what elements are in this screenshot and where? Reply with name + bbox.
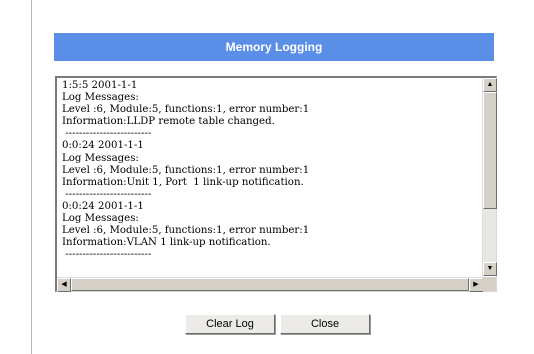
vertical-scrollbar[interactable]: ▲ ▼ bbox=[482, 78, 497, 276]
horizontal-scrollbar[interactable]: ◀ ▶ bbox=[57, 277, 483, 292]
log-line: Level :6, Module:5, functions:1, error n… bbox=[62, 225, 310, 237]
log-line: Information:LLDP remote table changed. bbox=[62, 116, 275, 128]
log-textarea[interactable]: 1:5:5 2001-1-1 Log Messages: Level :6, Mod… bbox=[55, 76, 497, 292]
log-line: 1:5:5 2001-1-1 bbox=[62, 80, 138, 91]
log-line: Information:VLAN 1 link-up notification. bbox=[62, 237, 271, 249]
log-content: 1:5:5 2001-1-1 Log Messages: Level :6, Mod… bbox=[59, 80, 483, 276]
log-line: ------------------------- bbox=[62, 128, 152, 140]
dialog-title: Memory Logging bbox=[54, 33, 494, 61]
clear-log-button[interactable]: Clear Log bbox=[185, 314, 275, 334]
scroll-up-arrow-icon[interactable]: ▲ bbox=[483, 78, 497, 92]
log-line: Log Messages: bbox=[62, 152, 139, 164]
scrollbar-corner bbox=[482, 277, 496, 291]
log-line: Level :6, Module:5, functions:1, error n… bbox=[62, 104, 310, 116]
log-line: Level :6, Module:5, functions:1, error n… bbox=[62, 164, 310, 176]
vertical-scroll-thumb[interactable] bbox=[483, 92, 497, 209]
log-line: 0:0:24 2001-1-1 bbox=[62, 200, 144, 212]
log-line: Log Messages: bbox=[62, 213, 139, 225]
scroll-right-arrow-icon[interactable]: ▶ bbox=[469, 278, 483, 292]
scroll-left-arrow-icon[interactable]: ◀ bbox=[57, 278, 71, 292]
log-line: 0:0:24 2001-1-1 bbox=[62, 140, 144, 152]
scroll-down-arrow-icon[interactable]: ▼ bbox=[483, 262, 497, 276]
log-line: Information:Unit 1, Port 1 link-up notif… bbox=[62, 176, 304, 188]
log-line: Log Messages: bbox=[62, 92, 139, 104]
log-line: ------------------------- bbox=[62, 188, 152, 200]
log-line: ------------------------- bbox=[62, 249, 152, 261]
close-button[interactable]: Close bbox=[280, 314, 370, 334]
horizontal-scroll-thumb[interactable] bbox=[71, 278, 469, 291]
